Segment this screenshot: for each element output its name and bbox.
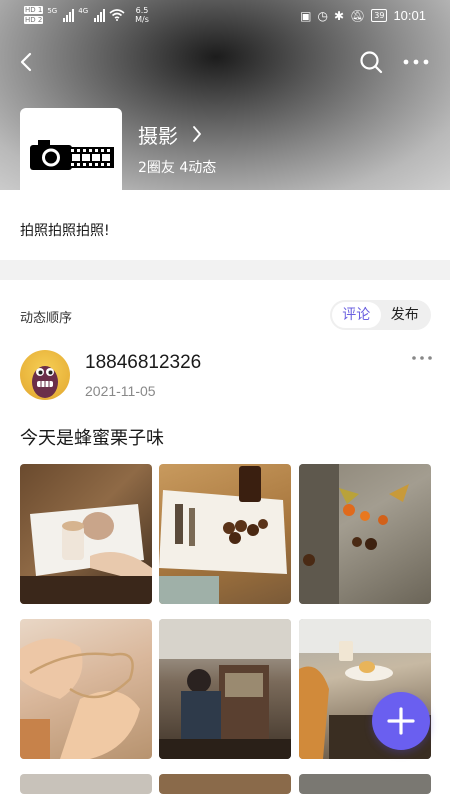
post-photo-2[interactable] (159, 464, 291, 604)
plus-icon (387, 707, 415, 735)
post-photo-8[interactable] (159, 774, 291, 794)
sim-tags: HD 1 HD 2 (24, 6, 44, 24)
post-username[interactable]: 18846812326 (85, 352, 201, 374)
circle-stats: 2圈友 4动态 (138, 160, 217, 176)
signal-bars-1-icon (63, 8, 75, 22)
post-text: 今天是蜂蜜栗子味 (20, 428, 164, 449)
search-icon[interactable] (357, 48, 385, 76)
alarm-icon: ◷ (317, 8, 328, 23)
post-photo-7[interactable] (20, 774, 152, 794)
circle-name[interactable]: 摄影 (138, 120, 178, 149)
network-speed: 6.5 M/s (135, 6, 149, 24)
more-options-icon[interactable] (400, 48, 432, 76)
post-more-icon[interactable] (410, 350, 434, 366)
add-post-button[interactable] (372, 692, 430, 750)
chevron-right-icon[interactable] (190, 123, 204, 145)
status-bar: HD 1 HD 2 5G 4G 6.5 M/s ▣ ◷ ✱ 🔕︎ 39 10:0… (0, 0, 450, 34)
top-nav (0, 44, 450, 80)
description-text: 拍照拍照拍照! (20, 223, 110, 239)
wifi-icon (109, 9, 125, 21)
autumn-leaves-image (299, 464, 409, 604)
back-arrow-icon[interactable] (14, 48, 40, 76)
hands-string-image (20, 638, 140, 759)
sort-label: 动态顺序 (20, 311, 73, 326)
magazine-chestnuts-image (159, 466, 287, 604)
post-photo-9[interactable] (299, 774, 431, 794)
sort-toggle: 评论 发布 (330, 300, 431, 330)
circle-description: 拍照拍照拍照! (0, 190, 450, 260)
cafe-counter-image (159, 619, 291, 759)
mute-bell-icon: 🔕︎ (350, 8, 366, 23)
bluetooth-icon: ✱ (333, 8, 345, 23)
speed-value: 6.5 (135, 6, 149, 15)
circle-avatar (20, 108, 122, 200)
sort-by-publish-tab[interactable]: 发布 (381, 302, 430, 328)
post-photo-3[interactable] (299, 464, 431, 604)
user-avatar[interactable] (20, 350, 70, 400)
status-right: ▣ ◷ ✱ 🔕︎ 39 10:01 (300, 8, 426, 23)
sim-tag-2: HD 2 (24, 16, 44, 24)
post-date: 2021-11-05 (85, 383, 156, 399)
nfc-icon: ▣ (300, 8, 312, 23)
signal-type-2: 4G (78, 7, 89, 15)
status-left: HD 1 HD 2 5G 4G 6.5 M/s (24, 6, 149, 24)
clock: 10:01 (393, 8, 426, 23)
circle-header: HD 1 HD 2 5G 4G 6.5 M/s ▣ ◷ ✱ 🔕︎ 39 10:0… (0, 0, 450, 200)
post-photo-4[interactable] (20, 619, 152, 759)
post-photo-1[interactable] (20, 464, 152, 604)
monster-avatar-icon (32, 366, 58, 398)
post-photo-5[interactable] (159, 619, 291, 759)
speed-unit: M/s (135, 15, 149, 24)
battery-icon: 39 (371, 9, 388, 22)
camera-film-icon (30, 140, 114, 170)
signal-bars-2-icon (94, 8, 106, 22)
sim-tag-1: HD 1 (24, 6, 44, 14)
signal-type-1: 5G (47, 7, 58, 15)
latte-magazine-image (20, 504, 152, 604)
sort-by-comment-tab[interactable]: 评论 (332, 302, 381, 328)
